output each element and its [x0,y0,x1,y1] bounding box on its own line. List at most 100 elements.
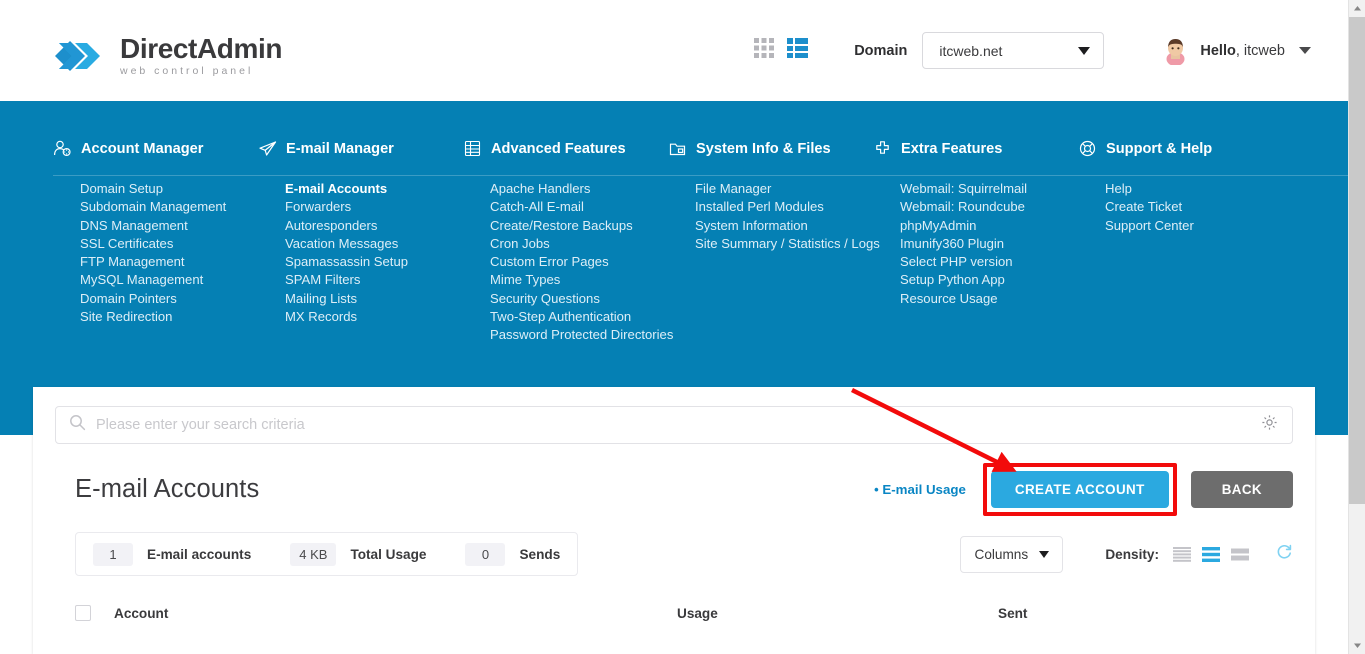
menu-link[interactable]: Spamassassin Setup [285,253,463,271]
search-box[interactable] [55,406,1293,444]
menu-heading-label: E-mail Manager [286,140,394,157]
menu-heading-label: Support & Help [1106,140,1213,157]
column-header-sent[interactable]: Sent [998,606,1118,621]
menu-link[interactable]: Forwarders [285,198,463,216]
density-normal-icon[interactable] [1202,546,1220,562]
header-right-controls: Domain itcweb.net Hello, itcweb [754,0,1311,101]
menu-column-account-manager: Account Manager Domain Setup Subdomain M… [53,139,258,345]
density-compact-icon[interactable] [1173,546,1191,562]
stat-label-sends: Sends [519,546,561,562]
menu-link[interactable]: Setup Python App [900,271,1078,289]
grid-view-icon[interactable] [754,37,776,64]
menu-heading-label: System Info & Files [696,140,831,157]
menu-column-email-manager: E-mail Manager E-mail Accounts Forwarder… [258,139,463,345]
chevron-down-icon [1299,47,1311,54]
menu-link[interactable]: Support Center [1105,217,1283,235]
menu-heading-system-info[interactable]: System Info & Files [668,139,873,158]
search-input[interactable] [96,417,1261,433]
create-account-button[interactable]: CREATE ACCOUNT [990,470,1169,508]
plus-extra-icon [873,139,892,158]
menu-links-system-info: File Manager Installed Perl Modules Syst… [668,180,880,253]
menu-link[interactable]: Help [1105,180,1283,198]
menu-links-account-manager: Domain Setup Subdomain Management DNS Ma… [53,180,258,326]
menu-link[interactable]: Webmail: Squirrelmail [900,180,1078,198]
menu-heading-advanced-features[interactable]: Advanced Features [463,139,668,158]
browser-scrollbar[interactable] [1348,0,1365,654]
page-title: E-mail Accounts [75,474,260,503]
menu-link[interactable]: Webmail: Roundcube [900,198,1078,216]
menu-link[interactable]: SPAM Filters [285,271,463,289]
menu-heading-extra-features[interactable]: Extra Features [873,139,1078,158]
menu-heading-label: Account Manager [81,140,204,157]
menu-link[interactable]: SSL Certificates [80,235,258,253]
menu-link[interactable]: Cron Jobs [490,235,668,253]
menu-column-extra-features: Extra Features Webmail: Squirrelmail Web… [873,139,1078,345]
advanced-features-icon [463,139,482,158]
gear-icon[interactable] [1261,414,1278,436]
menu-links-support-help: Help Create Ticket Support Center [1078,180,1283,235]
menu-link[interactable]: Two-Step Authentication [490,308,668,326]
menu-link[interactable]: File Manager [695,180,873,198]
menu-link[interactable]: MySQL Management [80,271,258,289]
menu-link[interactable]: MX Records [285,308,463,326]
menu-link[interactable]: Password Protected Directories [490,326,673,344]
menu-link[interactable]: System Information [695,217,873,235]
browser-viewport: DirectAdmin web control panel Domain itc… [0,0,1365,654]
domain-select[interactable]: itcweb.net [922,32,1105,69]
menu-link[interactable]: Site Redirection [80,308,258,326]
content-header: E-mail Accounts • E-mail Usage CREATE AC… [33,444,1315,516]
back-button[interactable]: BACK [1190,470,1293,508]
list-view-icon[interactable] [787,37,809,64]
menu-link[interactable]: DNS Management [80,217,258,235]
stat-label-accounts: E-mail accounts [147,546,252,562]
user-avatar-icon [1162,37,1189,65]
email-usage-link[interactable]: • E-mail Usage [874,482,966,497]
menu-link[interactable]: Select PHP version [900,253,1078,271]
menu-link[interactable]: Subdomain Management [80,198,258,216]
menu-heading-support-help[interactable]: Support & Help [1078,139,1283,158]
menu-heading-account-manager[interactable]: Account Manager [53,139,258,158]
menu-link[interactable]: Create Ticket [1105,198,1283,216]
menu-link[interactable]: Custom Error Pages [490,253,668,271]
menu-link[interactable]: FTP Management [80,253,258,271]
select-all-checkbox[interactable] [75,605,91,621]
menu-link[interactable]: Site Summary / Statistics / Logs [695,235,880,253]
menu-link[interactable]: Imunify360 Plugin [900,235,1078,253]
menu-link[interactable]: Vacation Messages [285,235,463,253]
search-row [33,387,1315,444]
menu-link-email-accounts[interactable]: E-mail Accounts [285,180,463,198]
menu-link[interactable]: Apache Handlers [490,180,668,198]
menu-link[interactable]: Domain Pointers [80,290,258,308]
menu-link[interactable]: Installed Perl Modules [695,198,873,216]
menu-link[interactable]: phpMyAdmin [900,217,1078,235]
scrollbar-up-arrow[interactable] [1349,0,1365,17]
menu-link[interactable]: Mime Types [490,271,668,289]
menu-link[interactable]: Autoresponders [285,217,463,235]
scrollbar-thumb[interactable] [1349,17,1365,504]
view-toggle-group [754,37,809,64]
scrollbar-down-arrow[interactable] [1349,637,1365,654]
column-header-usage[interactable]: Usage [677,606,998,621]
menu-link[interactable]: Domain Setup [80,180,258,198]
account-manager-icon [53,139,72,158]
menu-link[interactable]: Security Questions [490,290,668,308]
chevron-down-icon [1078,46,1091,55]
refresh-icon[interactable] [1276,543,1293,565]
user-menu[interactable]: Hello, itcweb [1162,37,1311,65]
folder-info-icon [668,139,687,158]
chevron-double-right-logo-icon [53,31,107,81]
site-header: DirectAdmin web control panel Domain itc… [0,0,1348,101]
menu-heading-email-manager[interactable]: E-mail Manager [258,139,463,158]
menu-link[interactable]: Catch-All E-mail [490,198,668,216]
menu-divider [53,175,1348,176]
stat-value-usage: 4 KB [290,542,337,566]
menu-link[interactable]: Mailing Lists [285,290,463,308]
domain-label: Domain [854,42,908,59]
columns-button[interactable]: Columns [960,535,1064,573]
menu-link[interactable]: Create/Restore Backups [490,217,668,235]
density-comfortable-icon[interactable] [1231,547,1249,562]
column-header-account[interactable]: Account [114,606,677,621]
menu-link[interactable]: Resource Usage [900,290,1078,308]
menu-links-email-manager: E-mail Accounts Forwarders Autoresponder… [258,180,463,326]
brand-logo[interactable]: DirectAdmin web control panel [53,31,282,81]
